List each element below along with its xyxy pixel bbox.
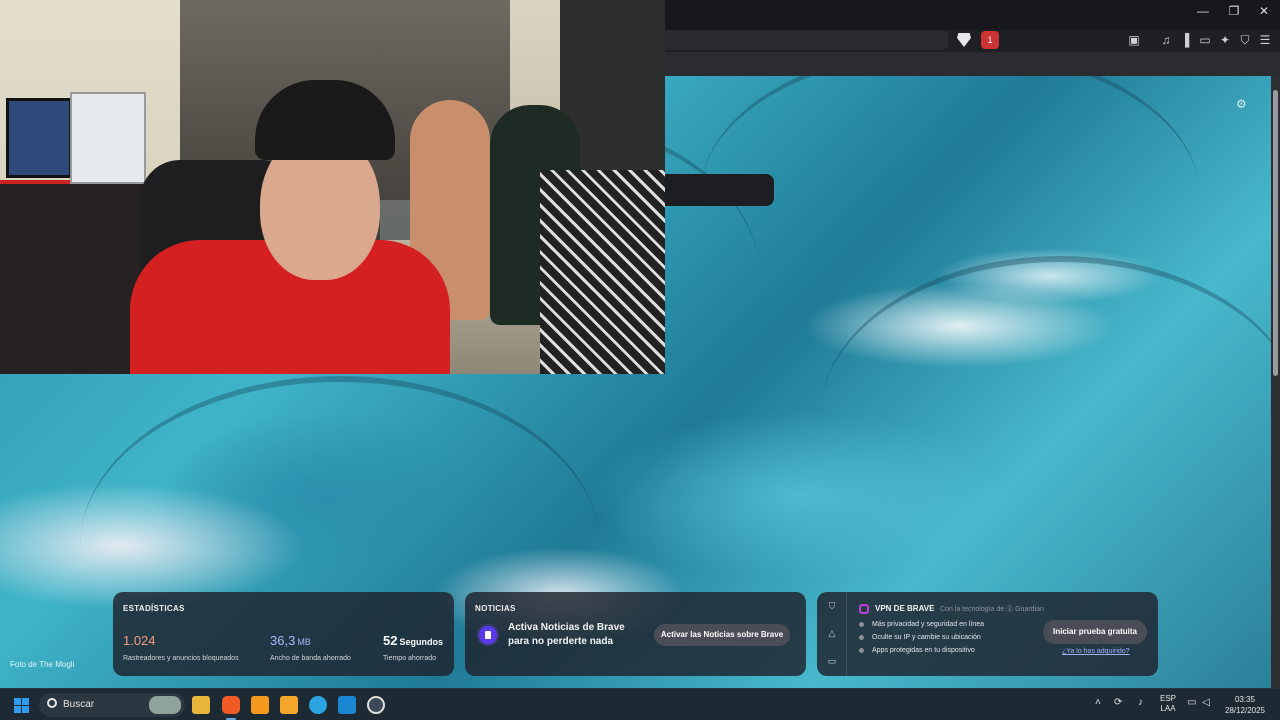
vpn-logo-icon bbox=[859, 604, 869, 614]
leo-ai-icon[interactable]: ✦ bbox=[1217, 32, 1233, 48]
stat-unit: Segundos bbox=[399, 637, 443, 647]
stats-card: ESTADÍSTICAS 1.024 Rastreadores y anunci… bbox=[113, 592, 454, 676]
search-icon bbox=[47, 698, 57, 708]
browser-title-bar: — ❐ ✕ bbox=[665, 0, 1280, 30]
screenshot-icon[interactable]: ▣ bbox=[1126, 32, 1142, 48]
app-orange-icon[interactable] bbox=[251, 696, 269, 714]
cam-chairs bbox=[540, 170, 665, 374]
news-icon bbox=[477, 624, 499, 646]
screen-tab-icon[interactable]: ▭ bbox=[826, 656, 838, 668]
stat-time: 52 Segundos Tiempo ahorrado bbox=[383, 632, 443, 662]
restore-button[interactable]: ❐ bbox=[1225, 4, 1243, 18]
scrollbar-thumb[interactable] bbox=[1273, 90, 1278, 376]
vpn-feature: Oculte su IP y cambie su ubicación bbox=[859, 634, 981, 641]
vpn-powered-by: Con la tecnología de ⓖ Guardian bbox=[940, 606, 1044, 613]
vpn-title: VPN DE BRAVE bbox=[875, 604, 935, 613]
stat-label: Tiempo ahorrado bbox=[383, 655, 437, 662]
news-message: Activa Noticias de Brave para no perdert… bbox=[508, 622, 625, 647]
taskbar-search[interactable]: Buscar bbox=[39, 693, 185, 717]
wallet-icon[interactable]: ▭ bbox=[1197, 32, 1213, 48]
address-bar[interactable] bbox=[665, 30, 948, 50]
sidebar-icon[interactable]: ▐ bbox=[1177, 32, 1193, 48]
minimize-button[interactable]: — bbox=[1194, 4, 1212, 18]
settings-gear-icon[interactable]: ⚙ bbox=[1236, 97, 1247, 111]
brave-browser-icon[interactable] bbox=[222, 696, 240, 714]
menu-icon[interactable]: ☰ bbox=[1257, 32, 1273, 48]
news-title: NOTICIAS bbox=[475, 604, 516, 613]
file-explorer-icon[interactable] bbox=[192, 696, 210, 714]
start-trial-button[interactable]: Iniciar prueba gratuita bbox=[1043, 620, 1147, 644]
app-blue-icon[interactable] bbox=[338, 696, 356, 714]
language-code: ESP bbox=[1160, 694, 1177, 703]
clock-time: 03:35 bbox=[1234, 695, 1256, 704]
stat-unit: MB bbox=[297, 637, 311, 647]
taskbar: Buscar ˄ ⟳ ♪ ESP LAA ▭ ◁ 03:35 28/12/202… bbox=[0, 688, 1280, 720]
vpn-feature: Apps protegidas en tu dispositivo bbox=[859, 647, 975, 654]
sync-icon[interactable]: ⟳ bbox=[1114, 697, 1122, 708]
stat-trackers: 1.024 Rastreadores y anuncios bloqueados bbox=[123, 632, 239, 662]
media-icon[interactable]: ♫ bbox=[1158, 32, 1174, 48]
stat-value: 36,3 bbox=[270, 633, 296, 648]
search-box[interactable] bbox=[665, 174, 774, 206]
stat-label: Ancho de banda ahorrado bbox=[270, 655, 351, 662]
cam-cap bbox=[255, 80, 395, 160]
vpn-shield-icon[interactable]: ⛉ bbox=[1237, 32, 1253, 48]
vpn-feature: Más privacidad y seguridad en línea bbox=[859, 621, 984, 628]
show-hidden-icons[interactable]: ˄ bbox=[1095, 697, 1101, 708]
enable-news-button[interactable]: Activar las Noticias sobre Brave bbox=[654, 624, 790, 646]
vpn-tab-icon[interactable]: ⛉ bbox=[826, 601, 838, 613]
volume-icon[interactable]: ◁ bbox=[1202, 697, 1210, 708]
stat-value: 1.024 bbox=[123, 633, 156, 648]
stat-label: Rastreadores y anuncios bloqueados bbox=[123, 655, 239, 662]
brave-rewards-icon[interactable]: 1 bbox=[981, 31, 999, 49]
network-icon[interactable]: ▭ bbox=[1187, 697, 1196, 708]
vpn-card: ⛉ △ ▭ VPN DE BRAVE Con la tecnología de … bbox=[817, 592, 1158, 676]
webcam-overlay bbox=[0, 0, 665, 374]
news-card: NOTICIAS Activa Noticias de Brave para n… bbox=[465, 592, 806, 676]
bookmarks-bar bbox=[665, 52, 1280, 76]
photo-credit[interactable]: Foto de The Mogli bbox=[10, 660, 74, 669]
close-button[interactable]: ✕ bbox=[1255, 4, 1273, 18]
app-steam-icon[interactable] bbox=[367, 696, 385, 714]
warning-tab-icon[interactable]: △ bbox=[826, 628, 838, 640]
input-language[interactable]: ESP LAA bbox=[1160, 694, 1176, 714]
search-highlight-image bbox=[149, 696, 181, 714]
cam-monitor bbox=[6, 98, 72, 178]
telegram-icon[interactable] bbox=[309, 696, 327, 714]
clock-date: 28/12/2025 bbox=[1224, 706, 1266, 715]
microphone-icon[interactable]: ♪ bbox=[1138, 697, 1143, 708]
stats-title: ESTADÍSTICAS bbox=[123, 604, 185, 613]
stat-value: 52 bbox=[383, 633, 398, 648]
start-button[interactable] bbox=[14, 698, 29, 713]
glacier-ridge bbox=[820, 256, 1280, 576]
already-purchased-link[interactable]: ¿Ya lo has adquirido? bbox=[1062, 648, 1130, 655]
keyboard-layout: LAA bbox=[1160, 704, 1176, 713]
stat-bandwidth: 36,3 MB Ancho de banda ahorrado bbox=[270, 632, 351, 662]
search-placeholder: Buscar bbox=[63, 699, 95, 710]
cam-streamer bbox=[130, 80, 450, 374]
card-switcher: ⛉ △ ▭ bbox=[817, 592, 847, 676]
clock[interactable]: 03:35 28/12/2025 bbox=[1216, 694, 1274, 716]
app-bag-icon[interactable] bbox=[280, 696, 298, 714]
